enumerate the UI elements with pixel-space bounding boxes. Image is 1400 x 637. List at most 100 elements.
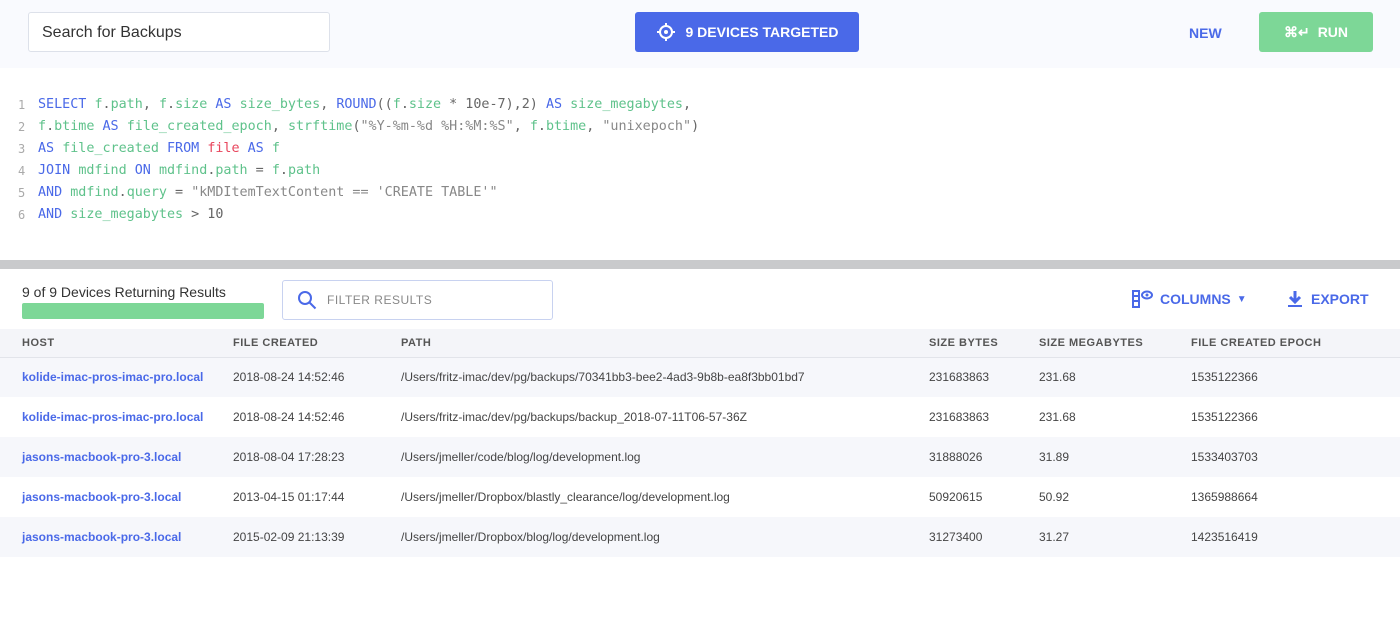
- devices-targeted-button[interactable]: 9 DEVICES TARGETED: [635, 12, 859, 52]
- line-number: 5: [18, 186, 26, 200]
- columns-button[interactable]: COLUMNS ▼: [1132, 290, 1247, 308]
- code-token: AND: [38, 207, 71, 222]
- code-token: f: [271, 163, 280, 178]
- code-line: 2 f. btime AS file_created_epoch, strftime…: [0, 116, 1400, 138]
- host-link[interactable]: jasons-macbook-pro-3.local: [0, 437, 233, 477]
- top-bar: Search for Backups 9 DEVICES TARGETED NE…: [0, 0, 1400, 68]
- columns-label: COLUMNS: [1160, 291, 1231, 307]
- code-token: ROUND: [336, 97, 377, 112]
- code-token: .: [279, 163, 288, 178]
- table-cell: 1423516419: [1191, 517, 1400, 557]
- code-token: path: [287, 163, 321, 178]
- code-token: ,: [320, 97, 337, 112]
- export-button[interactable]: EXPORT: [1287, 290, 1369, 308]
- query-editor[interactable]: 1 SELECT f. path, f. size AS size_bytes, RO…: [0, 68, 1400, 260]
- results-status: 9 of 9 Devices Returning Results: [22, 284, 226, 300]
- code-token: ,: [513, 119, 530, 134]
- code-token: "%Y-%m-%d %H:%M:%S": [360, 119, 514, 134]
- results-progress-bar: [22, 303, 264, 319]
- devices-targeted-label: 9 DEVICES TARGETED: [685, 24, 839, 40]
- table-cell: 50.92: [1039, 490, 1070, 504]
- table-row: jasons-macbook-pro-3.local 2018-08-04 17:…: [0, 437, 1400, 477]
- table-cell: /Users/fritz-imac/dev/pg/backups/backup_…: [401, 410, 747, 424]
- export-label: EXPORT: [1311, 291, 1369, 307]
- table-row: jasons-macbook-pro-3.local 2015-02-09 21:…: [0, 517, 1400, 557]
- table-cell: /Users/jmeller/code/blog/log/development…: [401, 437, 929, 477]
- table-cell: 231683863: [929, 357, 1039, 397]
- table-cell: 231.68: [1039, 357, 1191, 397]
- code-token: path: [215, 163, 248, 178]
- host-link[interactable]: kolide-imac-pros-imac-pro.local: [0, 357, 233, 397]
- code-token: FROM: [167, 141, 208, 156]
- line-number: 2: [18, 120, 26, 134]
- code-token: AS: [38, 141, 63, 156]
- code-token: size_bytes: [239, 97, 321, 112]
- code-token: f: [94, 97, 103, 112]
- code-token: f: [392, 97, 401, 112]
- table-cell: 1365988664: [1191, 490, 1258, 504]
- code-line: 4 JOIN mdfind ON mdfind. path = f. path: [0, 160, 1400, 182]
- table-cell: 2013-04-15 01:17:44: [233, 490, 345, 504]
- column-header[interactable]: PATH: [401, 329, 929, 358]
- line-number: 4: [18, 164, 26, 178]
- code-line: 1 SELECT f. path, f. size AS size_bytes, RO…: [0, 94, 1400, 116]
- host-link[interactable]: jasons-macbook-pro-3.local: [0, 517, 233, 557]
- table-cell: 231.68: [1039, 410, 1076, 424]
- column-header[interactable]: FILE CREATED: [233, 329, 401, 358]
- code-token: "kMDItemTextContent == 'CREATE TABLE'": [191, 185, 498, 200]
- columns-icon: [1132, 290, 1153, 308]
- line-number: 3: [18, 142, 26, 156]
- table-cell: 2018-08-04 17:28:23: [233, 437, 401, 477]
- code-token: .: [400, 97, 409, 112]
- run-shortcut: ⌘↵: [1283, 23, 1310, 40]
- column-header[interactable]: HOST: [0, 329, 233, 358]
- column-header[interactable]: SIZE BYTES: [929, 329, 1039, 358]
- code-token: AS: [102, 119, 127, 134]
- filter-results-input[interactable]: FILTER RESULTS: [282, 280, 553, 320]
- host-link[interactable]: kolide-imac-pros-imac-pro.local: [0, 397, 233, 437]
- code-token: mdfind: [158, 163, 208, 178]
- code-token: query: [126, 185, 167, 200]
- table-cell: 2018-08-24 14:52:46: [233, 357, 401, 397]
- run-button[interactable]: ⌘↵ RUN: [1259, 12, 1373, 52]
- table-cell: /Users/jmeller/Dropbox/blog/log/developm…: [401, 517, 929, 557]
- table-row: jasons-macbook-pro-3.local 2013-04-15 01:…: [0, 477, 1400, 517]
- code-token: file: [207, 141, 248, 156]
- new-button[interactable]: NEW: [1189, 25, 1222, 41]
- code-token: "unixepoch": [602, 119, 692, 134]
- code-token: size: [175, 97, 216, 112]
- code-token: file_created_epoch: [126, 119, 272, 134]
- code-token: .: [207, 163, 216, 178]
- column-header[interactable]: SIZE MEGABYTES: [1039, 329, 1191, 358]
- table-row: kolide-imac-pros-imac-pro.local 2018-08-2…: [0, 397, 1400, 437]
- filter-placeholder: FILTER RESULTS: [327, 293, 433, 307]
- code-token: .: [118, 185, 127, 200]
- code-token: path: [110, 97, 143, 112]
- code-token: AS: [545, 97, 571, 112]
- table-cell: 1535122366: [1191, 357, 1400, 397]
- table-cell: 231683863: [929, 410, 990, 424]
- search-icon: [298, 291, 317, 310]
- run-label: RUN: [1317, 24, 1349, 40]
- search-input[interactable]: Search for Backups: [28, 12, 330, 52]
- table-cell: 31.27: [1039, 517, 1191, 557]
- line-number: 1: [18, 98, 26, 112]
- table-cell: 31888026: [929, 437, 1039, 477]
- code-token: btime: [545, 119, 587, 134]
- code-token: > 10: [183, 207, 224, 222]
- code-token: file_created: [62, 141, 167, 156]
- code-token: ((: [376, 97, 393, 112]
- table-cell: /Users/fritz-imac/dev/pg/backups/70341bb…: [401, 357, 929, 397]
- code-token: size_megabytes: [70, 207, 184, 222]
- code-token: .: [46, 119, 55, 134]
- host-link[interactable]: jasons-macbook-pro-3.local: [0, 477, 233, 517]
- resize-handle[interactable]: [0, 260, 1400, 269]
- table-cell: /Users/jmeller/Dropbox/blastly_clearance…: [401, 490, 730, 504]
- code-token: f: [158, 97, 167, 112]
- code-token: =: [167, 185, 192, 200]
- code-token: SELECT: [38, 97, 95, 112]
- column-header[interactable]: FILE CREATED EPOCH: [1191, 329, 1400, 358]
- code-token: =: [247, 163, 272, 178]
- code-token: btime: [54, 119, 103, 134]
- code-token: ,: [142, 97, 159, 112]
